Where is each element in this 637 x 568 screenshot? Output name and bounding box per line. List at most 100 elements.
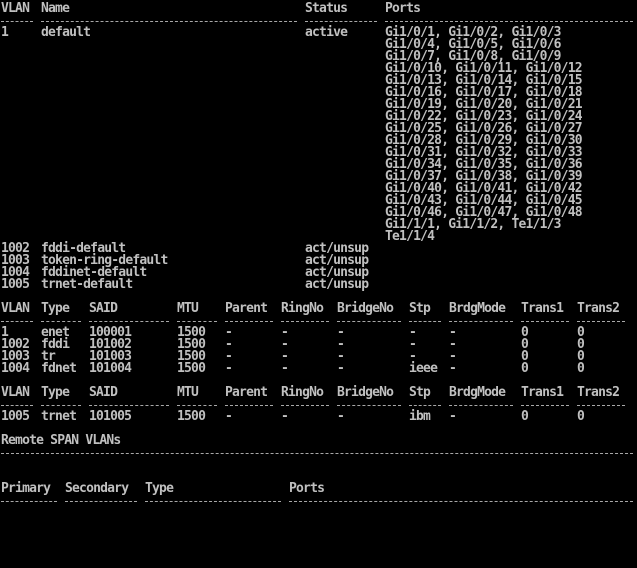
col-header: SAID — [89, 385, 118, 400]
separator — [385, 21, 633, 22]
vlan-id: 1 — [1, 25, 9, 40]
ports-continuation: Gi1/0/13, Gi1/0/14, Gi1/0/15 — [1, 74, 583, 87]
col-header: MTU — [177, 385, 199, 400]
col-header-ports: Ports — [385, 1, 421, 16]
bridge-no: - — [337, 361, 345, 376]
trans1: 0 — [521, 409, 529, 424]
col-header: BrdgMode — [449, 301, 506, 316]
vlan-detail-header-2: VLAN Type SAID MTU Parent RingNo BridgeN… — [1, 385, 620, 400]
vlan-name: default — [41, 25, 91, 40]
ring-no: - — [281, 361, 289, 376]
separator — [521, 321, 569, 322]
vlan-name: trnet-default — [41, 277, 133, 292]
col-header: Stp — [409, 301, 431, 316]
col-header: Parent — [225, 301, 268, 316]
ports-continuation: Gi1/0/46, Gi1/0/47, Gi1/0/48 — [1, 206, 583, 219]
ports-continuation: Gi1/0/7, Gi1/0/8, Gi1/0/9 — [1, 50, 561, 63]
separator — [145, 501, 281, 502]
separator — [1, 501, 57, 502]
said: 101005 — [89, 409, 132, 424]
separator — [449, 405, 513, 406]
private-vlan-separator — [1, 495, 633, 507]
separator — [89, 405, 169, 406]
section-title: Remote SPAN VLANs — [1, 433, 121, 448]
vlan-type: trnet — [41, 409, 77, 424]
col-header: Trans2 — [577, 385, 620, 400]
ports-continuation: Gi1/0/31, Gi1/0/32, Gi1/0/33 — [1, 146, 583, 159]
separator — [521, 405, 569, 406]
col-header-status: Status — [305, 1, 348, 16]
col-header: Stp — [409, 385, 431, 400]
vlan-detail-header: VLAN Type SAID MTU Parent RingNo BridgeN… — [1, 301, 620, 316]
col-header: VLAN — [1, 385, 30, 400]
col-header: Parent — [225, 385, 268, 400]
separator — [409, 405, 441, 406]
ports-continuation: Gi1/0/34, Gi1/0/35, Gi1/0/36 — [1, 158, 583, 171]
col-header: Trans2 — [577, 301, 620, 316]
vlan-id: 1005 — [1, 409, 30, 424]
parent: - — [225, 409, 233, 424]
col-header: VLAN — [1, 301, 30, 316]
col-header: Ports — [289, 481, 325, 496]
ports-continuation: Gi1/0/16, Gi1/0/17, Gi1/0/18 — [1, 86, 583, 99]
col-header-name: Name — [41, 1, 70, 16]
table-row: 1005 trnet 101005 1500 - - - ibm - 0 0 — [1, 409, 585, 424]
separator — [89, 321, 169, 322]
separator — [577, 405, 625, 406]
parent: - — [225, 361, 233, 376]
separator — [41, 321, 81, 322]
separator — [177, 405, 217, 406]
separator — [337, 405, 401, 406]
ports-continuation: Gi1/0/37, Gi1/0/38, Gi1/0/39 — [1, 170, 583, 183]
table-row: 1005 trnet-default act/unsup — [1, 277, 369, 292]
private-vlan-header: Primary Secondary Type Ports — [1, 482, 325, 495]
bridge-no: - — [337, 409, 345, 424]
separator — [281, 321, 329, 322]
vlan-status: act/unsup — [305, 277, 369, 292]
trans1: 0 — [521, 361, 529, 376]
ports-continuation: Gi1/0/25, Gi1/0/26, Gi1/0/27 — [1, 122, 583, 135]
ports-continuation: Gi1/1/1, Gi1/1/2, Te1/1/3 — [1, 218, 561, 231]
ports-continuation: Gi1/0/19, Gi1/0/20, Gi1/0/21 — [1, 98, 583, 111]
separator — [41, 405, 81, 406]
col-header: BridgeNo — [337, 301, 394, 316]
col-header: Trans1 — [521, 385, 564, 400]
vlan-status: active — [305, 25, 348, 40]
mtu: 1500 — [177, 361, 206, 376]
separator — [289, 501, 633, 502]
ports-continuation: Gi1/0/22, Gi1/0/23, Gi1/0/24 — [1, 110, 583, 123]
separator — [1, 453, 633, 454]
col-header: SAID — [89, 301, 118, 316]
col-header: Type — [145, 481, 174, 496]
col-header: RingNo — [281, 385, 324, 400]
col-header: BrdgMode — [449, 385, 506, 400]
ports-continuation: Gi1/0/10, Gi1/0/11, Gi1/0/12 — [1, 62, 583, 75]
separator — [225, 405, 273, 406]
col-header: Type — [41, 301, 70, 316]
stp: ibm — [409, 409, 431, 424]
col-header: Secondary — [65, 481, 129, 496]
vlan-id: 1005 — [1, 277, 30, 292]
separator — [305, 21, 377, 22]
separator — [449, 321, 513, 322]
trans2: 0 — [577, 361, 585, 376]
separator — [281, 405, 329, 406]
remote-span-title: Remote SPAN VLANs — [1, 434, 121, 447]
col-header: Trans1 — [521, 301, 564, 316]
ports-continuation: Gi1/0/4, Gi1/0/5, Gi1/0/6 — [1, 38, 561, 51]
col-header: Primary — [1, 481, 51, 496]
vlan-ports: Te1/1/4 — [385, 229, 435, 244]
vlan-detail-rows: 1 enet 100001 1500- - - - -0 0 1002 fddi 101002 1500… — [1, 326, 585, 375]
separator — [41, 21, 297, 22]
trans2: 0 — [577, 409, 585, 424]
col-header-vlan: VLAN — [1, 1, 30, 16]
separator — [1, 321, 33, 322]
vlan-detail-rows-2: 1005 trnet 101005 1500 - - - ibm - 0 0 — [1, 409, 585, 424]
table-row: 1 default active Gi1/0/1, Gi1/0/2, Gi1/0… — [1, 25, 561, 40]
separator — [409, 321, 441, 322]
col-header: BridgeNo — [337, 385, 394, 400]
separator — [65, 501, 137, 502]
ring-no: - — [281, 409, 289, 424]
separator — [577, 321, 625, 322]
brdg-mode: - — [449, 409, 457, 424]
